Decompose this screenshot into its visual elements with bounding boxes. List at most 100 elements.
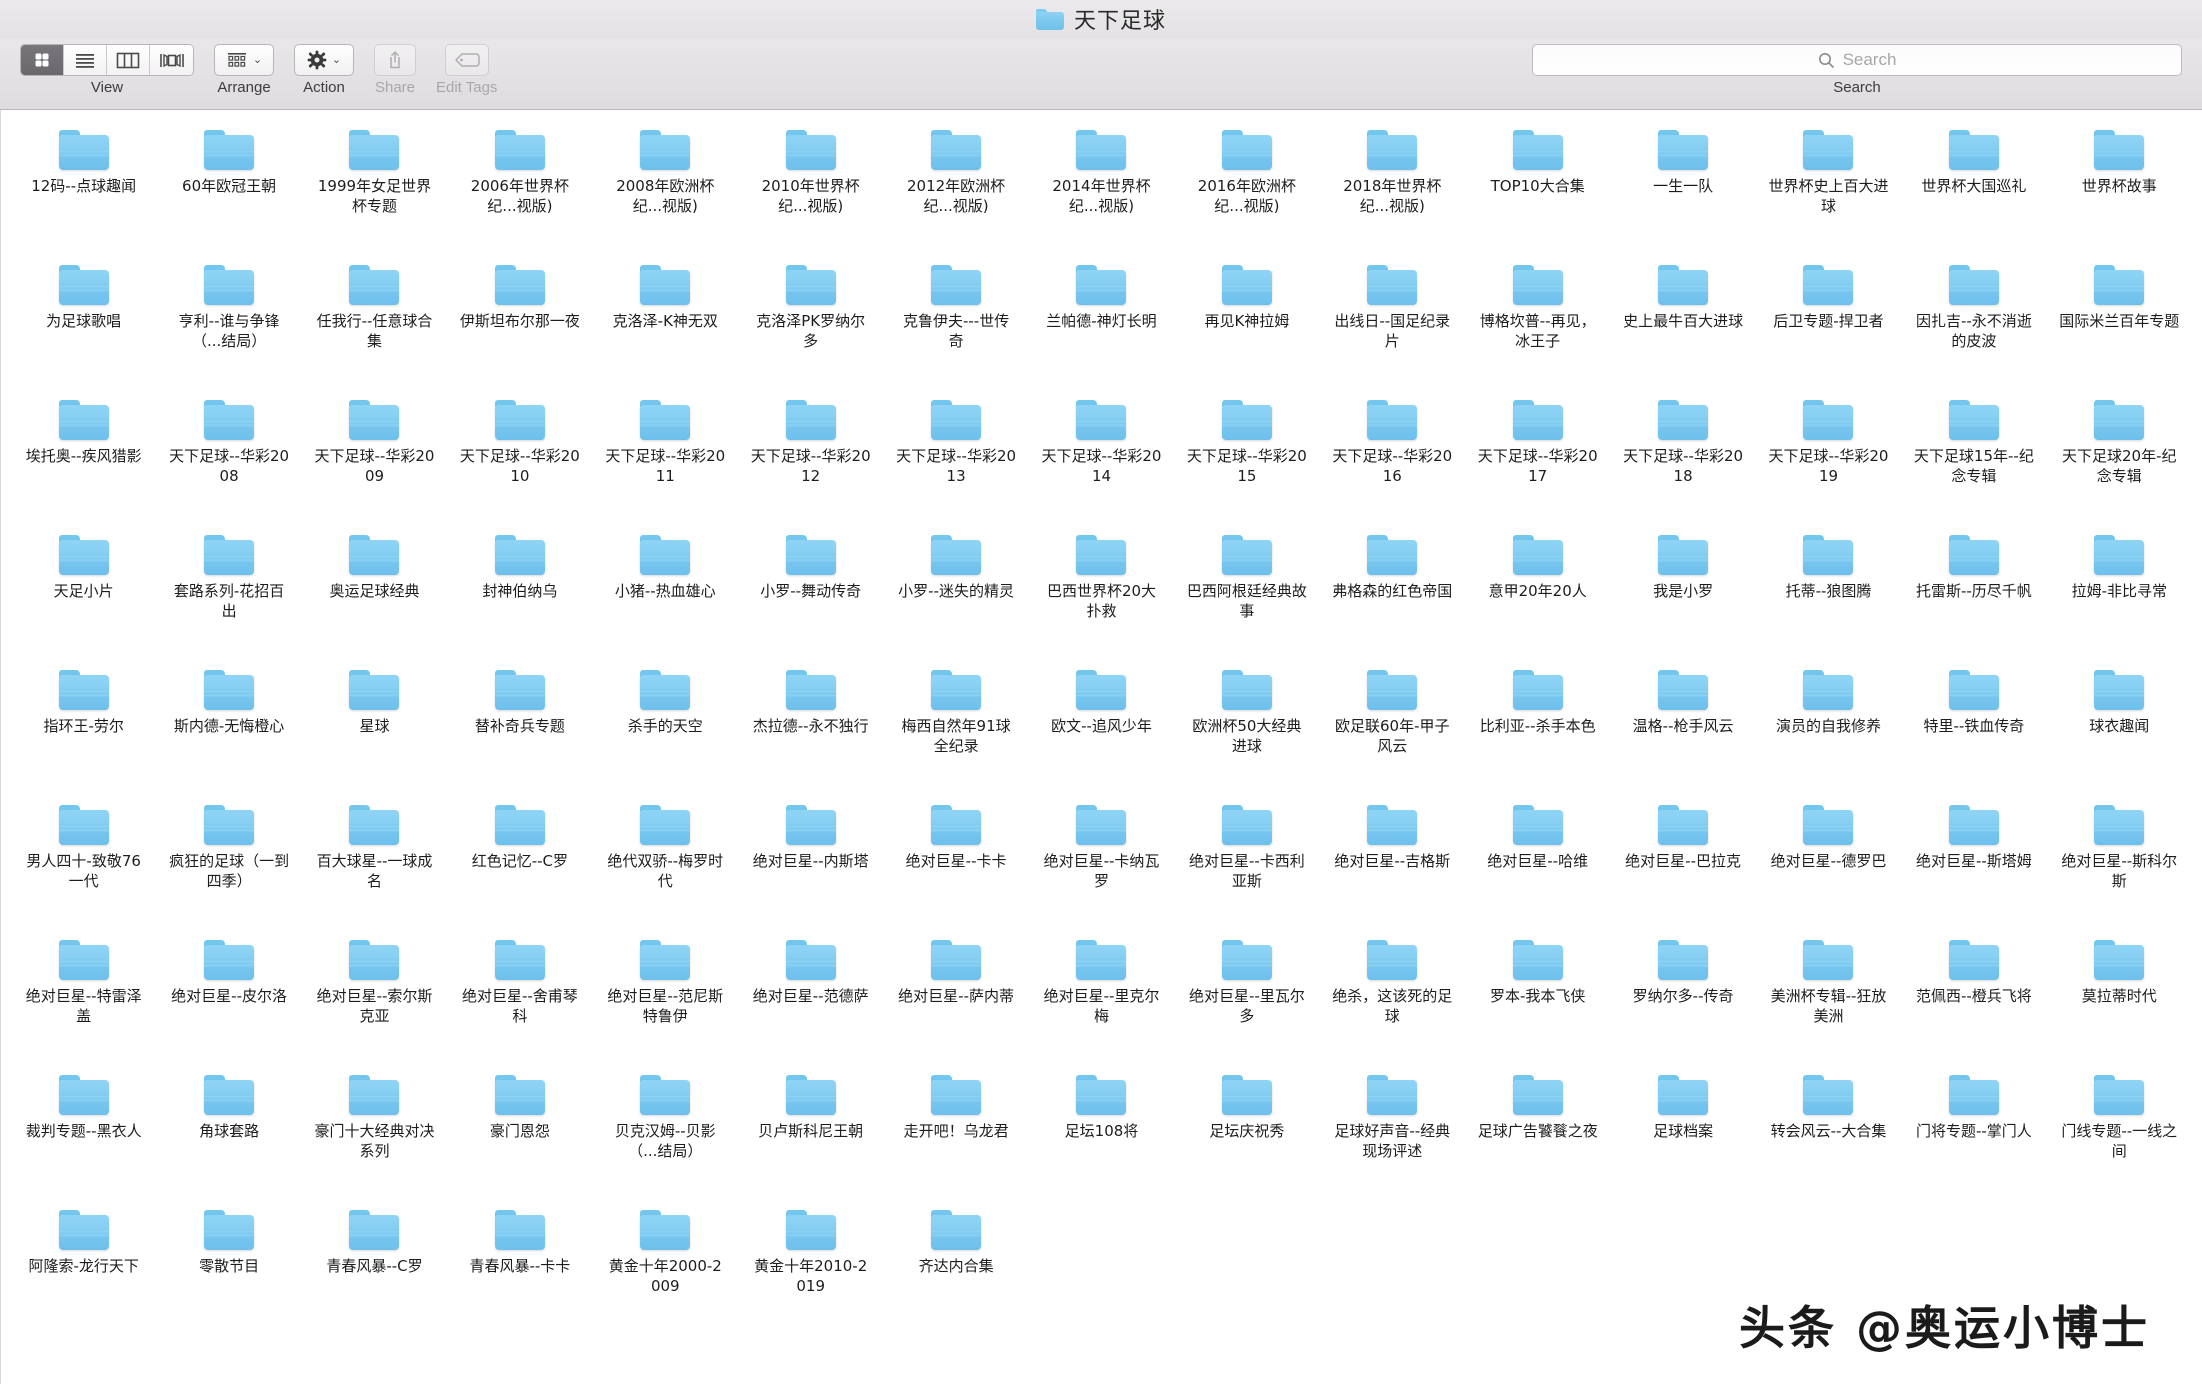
file-item[interactable]: 青春风暴--C罗 [302, 1202, 447, 1337]
file-item[interactable]: 天下足球--华彩2009 [302, 392, 447, 527]
file-item[interactable]: 转会风云--大合集 [1756, 1067, 1901, 1202]
file-item[interactable]: 零散节目 [156, 1202, 301, 1337]
file-item[interactable]: 罗纳尔多--传奇 [1610, 932, 1755, 1067]
file-item[interactable]: 足球档案 [1610, 1067, 1755, 1202]
file-item[interactable]: 绝对巨星--范德萨 [738, 932, 883, 1067]
file-item[interactable]: 绝对巨星--特雷泽盖 [11, 932, 156, 1067]
file-item[interactable]: 为足球歌唱 [11, 257, 156, 392]
file-item[interactable]: 后卫专题-捍卫者 [1756, 257, 1901, 392]
file-item[interactable]: 天下足球--华彩2016 [1320, 392, 1465, 527]
file-item[interactable]: 2012年欧洲杯纪...视版) [883, 122, 1028, 257]
file-item[interactable]: 门线专题--一线之间 [2047, 1067, 2192, 1202]
file-item[interactable]: 弗格森的红色帝国 [1320, 527, 1465, 662]
file-item[interactable]: 绝对巨星--范尼斯特鲁伊 [593, 932, 738, 1067]
file-item[interactable]: 欧文--追风少年 [1029, 662, 1174, 797]
file-item[interactable]: 意甲20年20人 [1465, 527, 1610, 662]
file-item[interactable]: 黄金十年2010-2019 [738, 1202, 883, 1337]
file-item[interactable]: 2014年世界杯纪...视版) [1029, 122, 1174, 257]
file-item[interactable]: 天下足球20年-纪念专辑 [2047, 392, 2192, 527]
file-item[interactable]: 走开吧！乌龙君 [883, 1067, 1028, 1202]
file-item[interactable]: TOP10大合集 [1465, 122, 1610, 257]
file-item[interactable]: 克洛泽PK罗纳尔多 [738, 257, 883, 392]
file-item[interactable]: 绝对巨星--巴拉克 [1610, 797, 1755, 932]
file-item[interactable]: 疯狂的足球（一到四季） [156, 797, 301, 932]
file-item[interactable]: 天下足球--华彩2018 [1610, 392, 1755, 527]
file-item[interactable]: 天下足球--华彩2014 [1029, 392, 1174, 527]
file-item[interactable]: 2018年世界杯纪...视版) [1320, 122, 1465, 257]
share-button[interactable] [374, 44, 416, 76]
file-item[interactable]: 天下足球--华彩2011 [593, 392, 738, 527]
file-item[interactable]: 黄金十年2000-2009 [593, 1202, 738, 1337]
file-grid-area[interactable]: 12码--点球趣闻 60年欧冠王朝 1999年女足世界杯专题 2006年世界杯纪...… [0, 110, 2202, 1384]
file-item[interactable]: 绝对巨星--卡卡 [883, 797, 1028, 932]
file-item[interactable]: 巴西阿根廷经典故事 [1174, 527, 1319, 662]
file-item[interactable]: 足坛庆祝秀 [1174, 1067, 1319, 1202]
file-item[interactable]: 小猪--热血雄心 [593, 527, 738, 662]
file-item[interactable]: 足球广告饕餮之夜 [1465, 1067, 1610, 1202]
file-item[interactable]: 12码--点球趣闻 [11, 122, 156, 257]
file-item[interactable]: 天下足球--华彩2010 [447, 392, 592, 527]
file-item[interactable]: 斯内德-无悔橙心 [156, 662, 301, 797]
file-item[interactable]: 天下足球--华彩2019 [1756, 392, 1901, 527]
file-item[interactable]: 绝对巨星--内斯塔 [738, 797, 883, 932]
gallery-view-button[interactable] [150, 45, 193, 75]
file-item[interactable]: 封神伯纳乌 [447, 527, 592, 662]
file-item[interactable]: 豪门十大经典对决系列 [302, 1067, 447, 1202]
file-item[interactable]: 克洛泽-K神无双 [593, 257, 738, 392]
file-item[interactable]: 再见K神拉姆 [1174, 257, 1319, 392]
file-item[interactable]: 天足小片 [11, 527, 156, 662]
file-item[interactable]: 巴西世界杯20大扑救 [1029, 527, 1174, 662]
file-item[interactable]: 绝对巨星--卡西利亚斯 [1174, 797, 1319, 932]
file-item[interactable]: 奥运足球经典 [302, 527, 447, 662]
file-item[interactable]: 欧洲杯50大经典进球 [1174, 662, 1319, 797]
file-item[interactable]: 男人四十-致敬76一代 [11, 797, 156, 932]
file-item[interactable]: 贝克汉姆--贝影（...结局） [593, 1067, 738, 1202]
list-view-button[interactable] [64, 45, 107, 75]
file-item[interactable]: 绝对巨星--吉格斯 [1320, 797, 1465, 932]
file-item[interactable]: 一生一队 [1610, 122, 1755, 257]
file-item[interactable]: 演员的自我修养 [1756, 662, 1901, 797]
file-item[interactable]: 青春风暴--卡卡 [447, 1202, 592, 1337]
file-item[interactable]: 国际米兰百年专题 [2047, 257, 2192, 392]
action-button[interactable]: ⌄ [294, 44, 354, 76]
file-item[interactable]: 伊斯坦布尔那一夜 [447, 257, 592, 392]
icon-view-button[interactable] [21, 45, 64, 75]
file-item[interactable]: 60年欧冠王朝 [156, 122, 301, 257]
file-item[interactable]: 贝卢斯科尼王朝 [738, 1067, 883, 1202]
file-item[interactable]: 博格坎普--再见，冰王子 [1465, 257, 1610, 392]
file-item[interactable]: 绝对巨星--皮尔洛 [156, 932, 301, 1067]
file-item[interactable]: 球衣趣闻 [2047, 662, 2192, 797]
file-item[interactable]: 比利亚--杀手本色 [1465, 662, 1610, 797]
file-item[interactable]: 任我行--任意球合集 [302, 257, 447, 392]
file-item[interactable]: 我是小罗 [1610, 527, 1755, 662]
file-item[interactable]: 莫拉蒂时代 [2047, 932, 2192, 1067]
file-item[interactable]: 出线日--国足纪录片 [1320, 257, 1465, 392]
file-item[interactable]: 红色记忆--C罗 [447, 797, 592, 932]
file-item[interactable]: 1999年女足世界杯专题 [302, 122, 447, 257]
file-item[interactable]: 托雷斯--历尽千帆 [1901, 527, 2046, 662]
file-item[interactable]: 美洲杯专辑--狂放美洲 [1756, 932, 1901, 1067]
file-item[interactable]: 温格--枪手风云 [1610, 662, 1755, 797]
file-item[interactable]: 梅西自然年91球全纪录 [883, 662, 1028, 797]
file-item[interactable]: 拉姆-非比寻常 [2047, 527, 2192, 662]
file-item[interactable]: 绝对巨星--卡纳瓦罗 [1029, 797, 1174, 932]
file-item[interactable]: 星球 [302, 662, 447, 797]
file-item[interactable]: 豪门恩怨 [447, 1067, 592, 1202]
file-item[interactable]: 2016年欧洲杯纪...视版) [1174, 122, 1319, 257]
file-item[interactable]: 史上最牛百大进球 [1610, 257, 1755, 392]
file-item[interactable]: 天下足球15年--纪念专辑 [1901, 392, 2046, 527]
file-item[interactable]: 世界杯大国巡礼 [1901, 122, 2046, 257]
file-item[interactable]: 天下足球--华彩2013 [883, 392, 1028, 527]
file-item[interactable]: 小罗--迷失的精灵 [883, 527, 1028, 662]
file-item[interactable]: 世界杯史上百大进球 [1756, 122, 1901, 257]
file-item[interactable]: 门将专题--掌门人 [1901, 1067, 2046, 1202]
file-item[interactable]: 齐达内合集 [883, 1202, 1028, 1337]
file-item[interactable]: 指环王-劳尔 [11, 662, 156, 797]
file-item[interactable]: 绝对巨星--斯科尔斯 [2047, 797, 2192, 932]
file-item[interactable]: 杀手的天空 [593, 662, 738, 797]
file-item[interactable]: 绝对巨星--索尔斯克亚 [302, 932, 447, 1067]
file-item[interactable]: 欧足联60年-甲子风云 [1320, 662, 1465, 797]
file-item[interactable]: 绝对巨星--里瓦尔多 [1174, 932, 1319, 1067]
file-item[interactable]: 天下足球--华彩2015 [1174, 392, 1319, 527]
file-item[interactable]: 小罗--舞动传奇 [738, 527, 883, 662]
